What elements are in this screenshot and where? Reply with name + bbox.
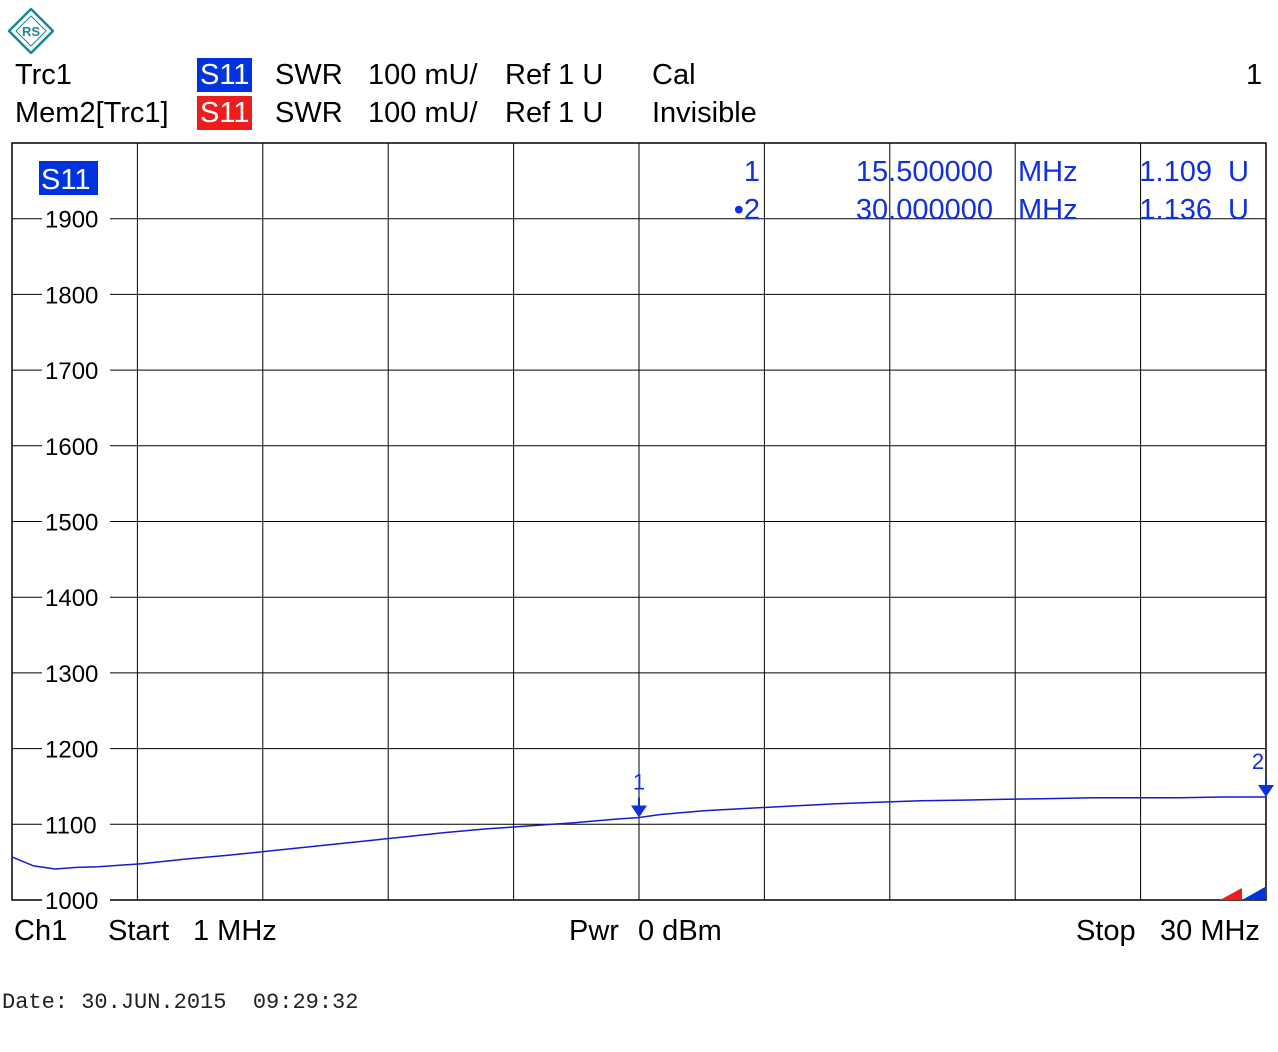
marker-arrow-1 bbox=[631, 805, 647, 818]
marker-number-2: 2 bbox=[1252, 749, 1264, 774]
y-tick-label: 1300 bbox=[45, 661, 98, 688]
marker-info-freq-2: 30.000000 bbox=[856, 194, 993, 226]
y-tick-label: 1600 bbox=[45, 434, 98, 461]
marker-info-value-unit-2: U bbox=[1228, 194, 1249, 226]
swr-chart[interactable]: 1000 1100 1200 1300 1400 1500 1600 1700 1800 1900… bbox=[0, 0, 1278, 1052]
trace-label-tag: S11 bbox=[41, 164, 90, 196]
y-tick-label: 1100 bbox=[45, 812, 97, 839]
stop-value[interactable]: 30 MHz bbox=[1160, 914, 1260, 948]
marker-info-value-1: 1.109 bbox=[1139, 156, 1212, 188]
y-tick-label: 1800 bbox=[45, 282, 98, 309]
y-tick-label: 1000 bbox=[45, 888, 98, 915]
trace-offscale-indicator bbox=[1242, 887, 1265, 900]
y-tick-label: 1700 bbox=[45, 358, 98, 385]
power-label: Pwr bbox=[569, 915, 619, 947]
y-tick-label: 1900 bbox=[45, 207, 98, 234]
y-tick-label: 1500 bbox=[45, 510, 98, 537]
date-stamp: Date: 30.JUN.2015 09:29:32 bbox=[2, 990, 359, 1015]
start-value[interactable]: 1 MHz bbox=[193, 914, 277, 948]
mem-trace-offscale-indicator bbox=[1220, 888, 1242, 900]
marker-info-id-2: •2 bbox=[734, 194, 760, 226]
stop-label: Stop bbox=[1076, 915, 1136, 947]
marker-info-unit-1: MHz bbox=[1018, 156, 1078, 188]
marker-info-value-unit-1: U bbox=[1228, 156, 1249, 188]
marker-info-unit-2: MHz bbox=[1018, 194, 1078, 226]
start-label: Start bbox=[108, 915, 170, 947]
y-tick-label: 1400 bbox=[45, 585, 98, 612]
marker-info-value-2: 1.136 bbox=[1139, 194, 1212, 226]
channel-label: Ch1 bbox=[14, 915, 68, 947]
marker-info-id-1: 1 bbox=[744, 156, 760, 188]
marker-arrow-2 bbox=[1258, 785, 1274, 798]
y-tick-label: 1200 bbox=[45, 737, 98, 764]
marker-number-1: 1 bbox=[633, 769, 645, 794]
power-value[interactable]: 0 dBm bbox=[638, 914, 722, 948]
marker-info-freq-1: 15.500000 bbox=[856, 156, 993, 188]
